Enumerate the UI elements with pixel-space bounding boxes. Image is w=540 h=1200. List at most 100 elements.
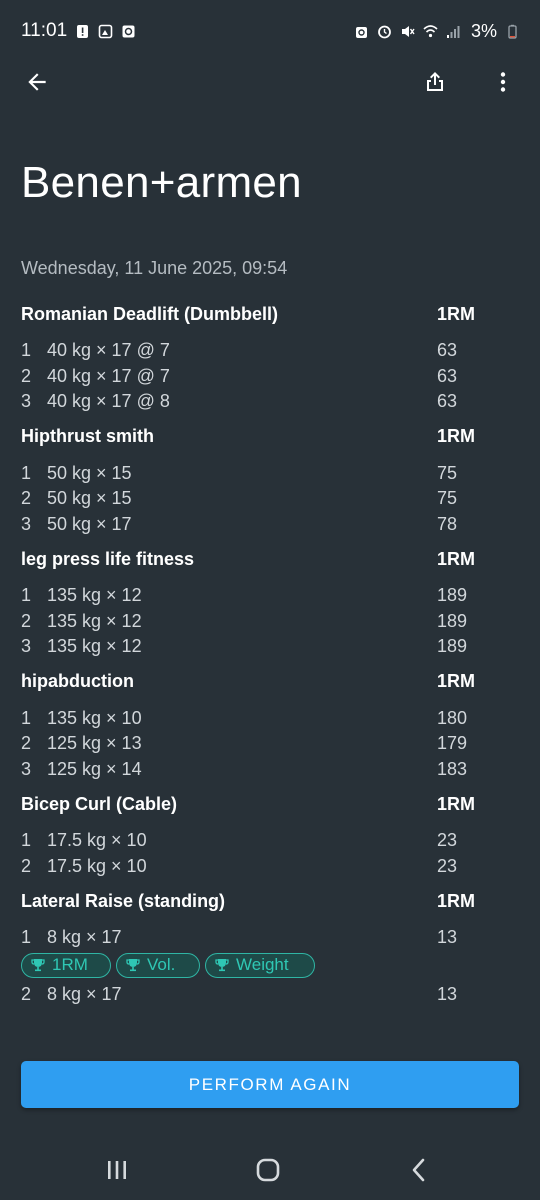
app-bar bbox=[0, 60, 540, 104]
more-options-button[interactable] bbox=[481, 60, 525, 104]
set-one-rm: 63 bbox=[437, 340, 458, 361]
status-bar-left: 11:01 bbox=[21, 20, 136, 42]
one-rm-header: 1RM bbox=[437, 548, 476, 569]
home-button[interactable] bbox=[246, 1150, 290, 1190]
set-value: 135 kg × 12 bbox=[47, 585, 142, 606]
exercise-name: Bicep Curl (Cable) bbox=[21, 793, 178, 814]
set-row: 2 8 kg × 17 13 bbox=[21, 982, 519, 1008]
set-one-rm: 183 bbox=[437, 758, 468, 779]
trophy-icon bbox=[31, 959, 45, 972]
system-back-button[interactable] bbox=[397, 1150, 441, 1190]
set-list: 1 135 kg × 10 180 2 125 kg × 13 179 3 12… bbox=[21, 706, 519, 783]
exercise-header: Lateral Raise (standing) 1RM bbox=[21, 887, 519, 915]
trophy-icon bbox=[126, 959, 140, 972]
mute-icon bbox=[400, 24, 415, 39]
exercise-name: hipabduction bbox=[21, 671, 134, 691]
exercise-list: Romanian Deadlift (Dumbbell) 1RM 1 40 kg… bbox=[21, 300, 519, 1007]
exercise-name: Hipthrust smith bbox=[21, 426, 154, 446]
set-number: 3 bbox=[21, 636, 32, 657]
set-row: 3 125 kg × 14 183 bbox=[21, 757, 519, 783]
set-number: 3 bbox=[21, 513, 32, 534]
set-value: 50 kg × 15 bbox=[47, 462, 132, 483]
status-bar: 11:01 3% bbox=[0, 0, 540, 62]
set-list: 1 17.5 kg × 10 23 2 17.5 kg × 10 23 bbox=[21, 828, 519, 879]
record-badge-volume: Vol. bbox=[116, 952, 200, 978]
set-one-rm: 189 bbox=[437, 585, 468, 606]
set-list: 1 8 kg × 17 13 1RM Vol. Weight 2 8 kg × … bbox=[21, 925, 519, 1007]
exercise-block: Romanian Deadlift (Dumbbell) 1RM 1 40 kg… bbox=[21, 300, 519, 423]
set-one-rm: 78 bbox=[437, 513, 458, 534]
one-rm-header: 1RM bbox=[437, 426, 476, 446]
share-icon bbox=[427, 72, 443, 91]
perform-again-button[interactable]: PERFORM AGAIN bbox=[21, 1061, 519, 1108]
alarm-lock-icon bbox=[354, 24, 369, 39]
notification-icon bbox=[121, 24, 136, 39]
set-value: 135 kg × 12 bbox=[47, 636, 142, 657]
set-number: 2 bbox=[21, 983, 32, 1004]
set-list: 1 135 kg × 12 189 2 135 kg × 12 189 3 13… bbox=[21, 583, 519, 660]
exercise-block: hipabduction 1RM 1 135 kg × 10 180 2 125… bbox=[21, 668, 519, 791]
set-row: 2 17.5 kg × 10 23 bbox=[21, 854, 519, 880]
set-value: 8 kg × 17 bbox=[47, 983, 122, 1004]
set-one-rm: 180 bbox=[437, 707, 468, 728]
set-number: 3 bbox=[21, 758, 32, 779]
exercise-header: Bicep Curl (Cable) 1RM bbox=[21, 790, 519, 818]
set-value: 8 kg × 17 bbox=[47, 927, 122, 948]
workout-title: Benen+armen bbox=[21, 158, 302, 207]
exercise-name: Lateral Raise (standing) bbox=[21, 890, 226, 911]
set-number: 1 bbox=[21, 340, 32, 361]
system-nav-bar bbox=[0, 1140, 540, 1200]
set-number: 1 bbox=[21, 707, 32, 728]
exercise-name: Romanian Deadlift (Dumbbell) bbox=[21, 303, 279, 324]
set-one-rm: 13 bbox=[437, 927, 458, 948]
record-badge-1rm: 1RM bbox=[21, 952, 111, 978]
set-number: 2 bbox=[21, 855, 32, 876]
set-row: 1 40 kg × 17 @ 7 63 bbox=[21, 338, 519, 364]
battery-icon bbox=[505, 24, 520, 39]
exercise-header: hipabduction 1RM bbox=[21, 668, 519, 696]
set-value: 40 kg × 17 @ 7 bbox=[47, 340, 170, 361]
one-rm-header: 1RM bbox=[437, 303, 476, 324]
set-number: 1 bbox=[21, 585, 32, 606]
set-one-rm: 13 bbox=[437, 983, 458, 1004]
set-one-rm: 63 bbox=[437, 365, 458, 386]
record-label: Vol. bbox=[147, 955, 176, 974]
nav-back-icon bbox=[412, 1158, 425, 1182]
alarm-icon bbox=[377, 24, 392, 39]
recents-button[interactable] bbox=[95, 1150, 139, 1190]
set-row: 3 40 kg × 17 @ 8 63 bbox=[21, 389, 519, 415]
set-number: 2 bbox=[21, 733, 32, 754]
alert-icon bbox=[75, 24, 90, 39]
set-row: 2 135 kg × 12 189 bbox=[21, 609, 519, 635]
set-number: 2 bbox=[21, 488, 32, 509]
set-number: 1 bbox=[21, 927, 32, 948]
set-list: 1 40 kg × 17 @ 7 63 2 40 kg × 17 @ 7 63 … bbox=[21, 338, 519, 415]
battery-percent: 3% bbox=[470, 20, 497, 41]
set-row: 2 40 kg × 17 @ 7 63 bbox=[21, 364, 519, 390]
set-row: 1 8 kg × 17 13 bbox=[21, 925, 519, 951]
set-row: 3 50 kg × 17 78 bbox=[21, 512, 519, 538]
set-one-rm: 63 bbox=[437, 391, 458, 412]
set-value: 135 kg × 10 bbox=[47, 707, 142, 728]
record-label: Weight bbox=[236, 955, 289, 974]
record-badge-weight: Weight bbox=[205, 952, 315, 978]
one-rm-header: 1RM bbox=[437, 671, 476, 691]
exercise-block: leg press life fitness 1RM 1 135 kg × 12… bbox=[21, 545, 519, 668]
back-button[interactable] bbox=[15, 60, 59, 104]
set-number: 2 bbox=[21, 610, 32, 631]
set-value: 125 kg × 13 bbox=[47, 733, 142, 754]
arrow-left-icon bbox=[28, 73, 46, 91]
set-one-rm: 23 bbox=[437, 855, 458, 876]
set-number: 2 bbox=[21, 365, 32, 386]
set-number: 1 bbox=[21, 462, 32, 483]
set-row: 2 50 kg × 15 75 bbox=[21, 486, 519, 512]
set-one-rm: 189 bbox=[437, 610, 468, 631]
exercise-header: Hipthrust smith 1RM bbox=[21, 423, 519, 451]
set-number: 1 bbox=[21, 830, 32, 851]
share-button[interactable] bbox=[413, 60, 457, 104]
exercise-header: leg press life fitness 1RM bbox=[21, 545, 519, 573]
record-badges: 1RM Vol. Weight bbox=[21, 952, 519, 978]
set-row: 1 135 kg × 10 180 bbox=[21, 706, 519, 732]
home-icon bbox=[256, 1158, 280, 1182]
set-value: 17.5 kg × 10 bbox=[47, 855, 147, 876]
